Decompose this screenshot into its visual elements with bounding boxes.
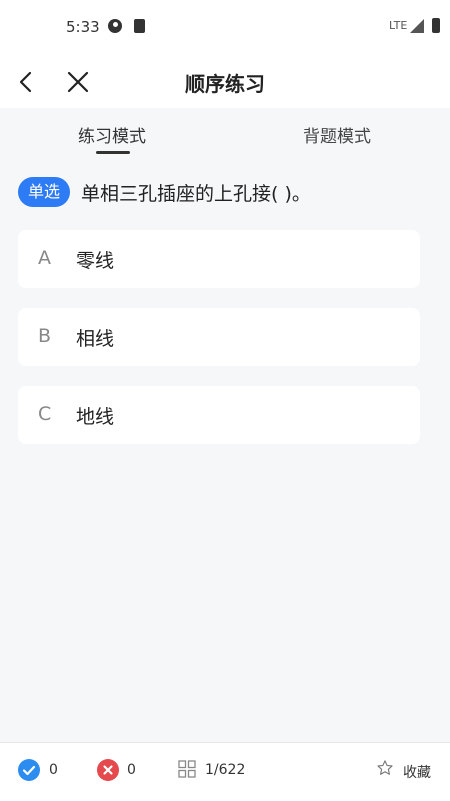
option-letter: B [38, 325, 52, 347]
option-c[interactable]: C 地线 [18, 386, 420, 444]
bottom-bar: 0 0 1/622 收藏 [0, 742, 450, 801]
star-icon [377, 760, 393, 775]
option-a[interactable]: A 零线 [18, 230, 420, 288]
tab-memorize-mode[interactable]: 背题模式 [303, 122, 371, 147]
option-letter: C [38, 403, 52, 425]
question-grid-icon[interactable] [178, 760, 196, 778]
question-type-badge: 单选 [18, 177, 70, 207]
page-title: 顺序练习 [185, 72, 265, 96]
check-icon [22, 765, 36, 776]
status-time: 5:33 [66, 18, 100, 36]
active-tab-indicator [96, 151, 130, 154]
signal-icon [410, 19, 424, 33]
tab-practice-mode[interactable]: 练习模式 [78, 122, 146, 147]
wrong-count: 0 [127, 762, 136, 778]
app-header: 顺序练习 [0, 54, 450, 108]
cross-icon [103, 765, 113, 775]
mode-tabs: 练习模式 背题模式 [0, 108, 450, 160]
correct-count: 0 [49, 762, 58, 778]
question-progress[interactable]: 1/622 [205, 762, 245, 778]
option-text: 相线 [76, 328, 115, 350]
option-text: 零线 [76, 250, 115, 272]
option-b[interactable]: B 相线 [18, 308, 420, 366]
network-type: LTE [389, 19, 408, 32]
favorite-star-icon[interactable] [376, 759, 394, 777]
sd-card-icon [134, 19, 145, 33]
correct-check-icon [18, 759, 40, 781]
question: 单选 单相三孔插座的上孔接( )。 [18, 176, 438, 208]
question-text: 单相三孔插座的上孔接( )。 [81, 183, 311, 205]
wrong-cross-icon [97, 759, 119, 781]
option-text: 地线 [76, 406, 115, 428]
status-app-icon [108, 19, 122, 33]
option-letter: A [38, 247, 51, 269]
battery-icon [432, 18, 440, 33]
favorite-button[interactable]: 收藏 [403, 762, 431, 782]
status-bar: 5:33 LTE [0, 0, 450, 54]
grid-icon [178, 760, 196, 778]
